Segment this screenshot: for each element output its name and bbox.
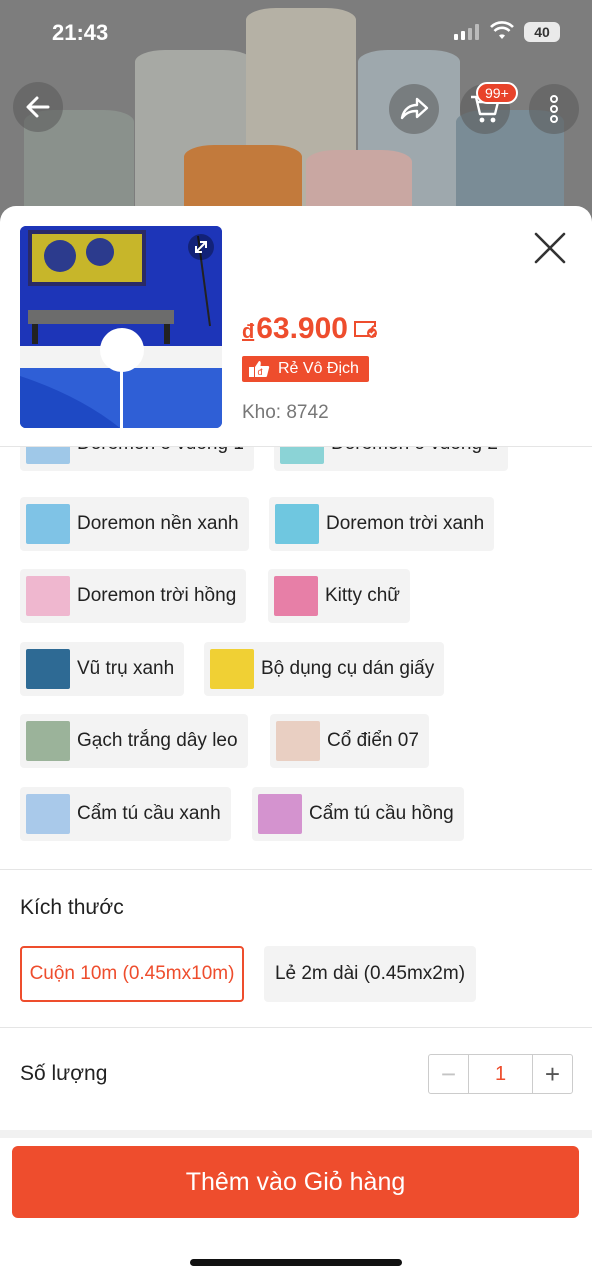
variant-thumbnail (26, 504, 70, 544)
variant-label: Cổ điển 07 (327, 730, 419, 751)
variant-label: Kitty chữ (325, 585, 401, 606)
variant-chip[interactable]: Doremon ô vuông 1 (20, 447, 254, 471)
variant-thumbnail (280, 447, 324, 464)
size-section-label: Kích thước (20, 896, 124, 919)
variant-thumbnail (26, 721, 70, 761)
variant-list: Doremon ô vuông 1 Doremon ô vuông 2 Dore… (0, 447, 592, 867)
variant-chip[interactable]: Doremon ô vuông 2 (274, 447, 508, 471)
variant-label: Bộ dụng cụ dán giấy (261, 658, 435, 679)
variant-thumbnail (258, 794, 302, 834)
variant-row: Doremon ô vuông 1 Doremon ô vuông 2 (0, 447, 592, 471)
variant-thumbnail (210, 649, 254, 689)
home-indicator (190, 1259, 402, 1266)
signal-icon (454, 24, 479, 40)
thumbs-up-icon: đ (249, 361, 270, 377)
share-icon (400, 97, 429, 120)
variant-label: Cẩm tú cầu hồng (309, 803, 454, 824)
wifi-icon (490, 21, 514, 39)
variant-thumbnail (276, 721, 320, 761)
back-arrow-icon (26, 96, 50, 118)
variant-chip[interactable]: Cẩm tú cầu xanh (20, 787, 231, 841)
section-divider (0, 869, 592, 870)
variant-chip[interactable]: Cổ điển 07 (270, 714, 429, 768)
share-button[interactable] (389, 84, 439, 134)
quantity-stepper: − 1 + (428, 1054, 573, 1094)
variant-sheet: đ 63.900 đ Rẻ Vô Địch Kho: 8742 Doremon … (0, 206, 592, 1280)
back-button[interactable] (13, 82, 63, 132)
variant-label: Gạch trắng dây leo (77, 730, 238, 751)
variant-thumbnail (274, 576, 318, 616)
svg-text:đ: đ (257, 367, 262, 377)
variant-row: Cẩm tú cầu xanh Cẩm tú cầu hồng (0, 787, 592, 841)
variant-thumbnail (26, 649, 70, 689)
quantity-value[interactable]: 1 (469, 1055, 532, 1093)
status-bar: 21:43 40 (0, 0, 592, 64)
variant-label: Doremon trời hồng (77, 585, 237, 606)
variant-label: Doremon nền xanh (77, 513, 239, 534)
voucher-icon (353, 321, 377, 338)
close-icon[interactable] (532, 230, 568, 266)
variant-thumbnail (26, 794, 70, 834)
variant-chip[interactable]: Kitty chữ (268, 569, 411, 623)
expand-icon[interactable] (188, 234, 214, 260)
tag-label: Rẻ Vô Địch (278, 360, 359, 377)
variant-row: Doremon nền xanh Doremon trời xanh (0, 497, 592, 551)
more-icon (550, 95, 558, 123)
status-time: 21:43 (52, 20, 109, 45)
section-divider (0, 1027, 592, 1028)
variant-chip[interactable]: Doremon trời xanh (269, 497, 495, 551)
variant-chip[interactable]: Doremon trời hồng (20, 569, 247, 623)
variant-label: Doremon ô vuông 1 (77, 447, 244, 455)
variant-chip[interactable]: Gạch trắng dây leo (20, 714, 248, 768)
more-button[interactable] (529, 84, 579, 134)
variant-thumbnail (26, 576, 70, 616)
variant-chip[interactable]: Bộ dụng cụ dán giấy (204, 642, 445, 696)
variant-row: Vũ trụ xanh Bộ dụng cụ dán giấy (0, 642, 592, 696)
size-option-2m[interactable]: Lẻ 2m dài (0.45mx2m) (264, 946, 476, 1002)
quantity-label: Số lượng (20, 1062, 108, 1085)
price-value: 63.900 (256, 312, 348, 345)
variant-thumbnail (26, 447, 70, 464)
variant-chip[interactable]: Vũ trụ xanh (20, 642, 185, 696)
size-option-roll-10m[interactable]: Cuộn 10m (0.45mx10m) (20, 946, 244, 1002)
variant-label: Vũ trụ xanh (77, 658, 175, 679)
product-price: đ 63.900 (242, 312, 378, 346)
variant-chip[interactable]: Cẩm tú cầu hồng (252, 787, 464, 841)
variant-label: Doremon trời xanh (326, 513, 485, 534)
variant-row: Gạch trắng dây leo Cổ điển 07 (0, 714, 592, 768)
variant-thumbnail (275, 504, 319, 544)
stock-count: Kho: 8742 (242, 402, 329, 423)
variant-chip[interactable]: Doremon nền xanh (20, 497, 249, 551)
battery-icon: 40 (524, 22, 560, 42)
add-to-cart-button[interactable]: Thêm vào Giỏ hàng (12, 1146, 579, 1218)
best-price-tag: đ Rẻ Vô Địch (242, 356, 369, 382)
decrease-quantity-button[interactable]: − (429, 1055, 469, 1093)
product-thumbnail[interactable] (20, 226, 222, 428)
price-currency: đ (242, 321, 255, 343)
variant-row: Doremon trời hồng Kitty chữ (0, 569, 592, 623)
variant-label: Cẩm tú cầu xanh (77, 803, 221, 824)
increase-quantity-button[interactable]: + (532, 1055, 572, 1093)
variant-label: Doremon ô vuông 2 (331, 447, 498, 455)
cart-count-badge: 99+ (476, 82, 518, 104)
